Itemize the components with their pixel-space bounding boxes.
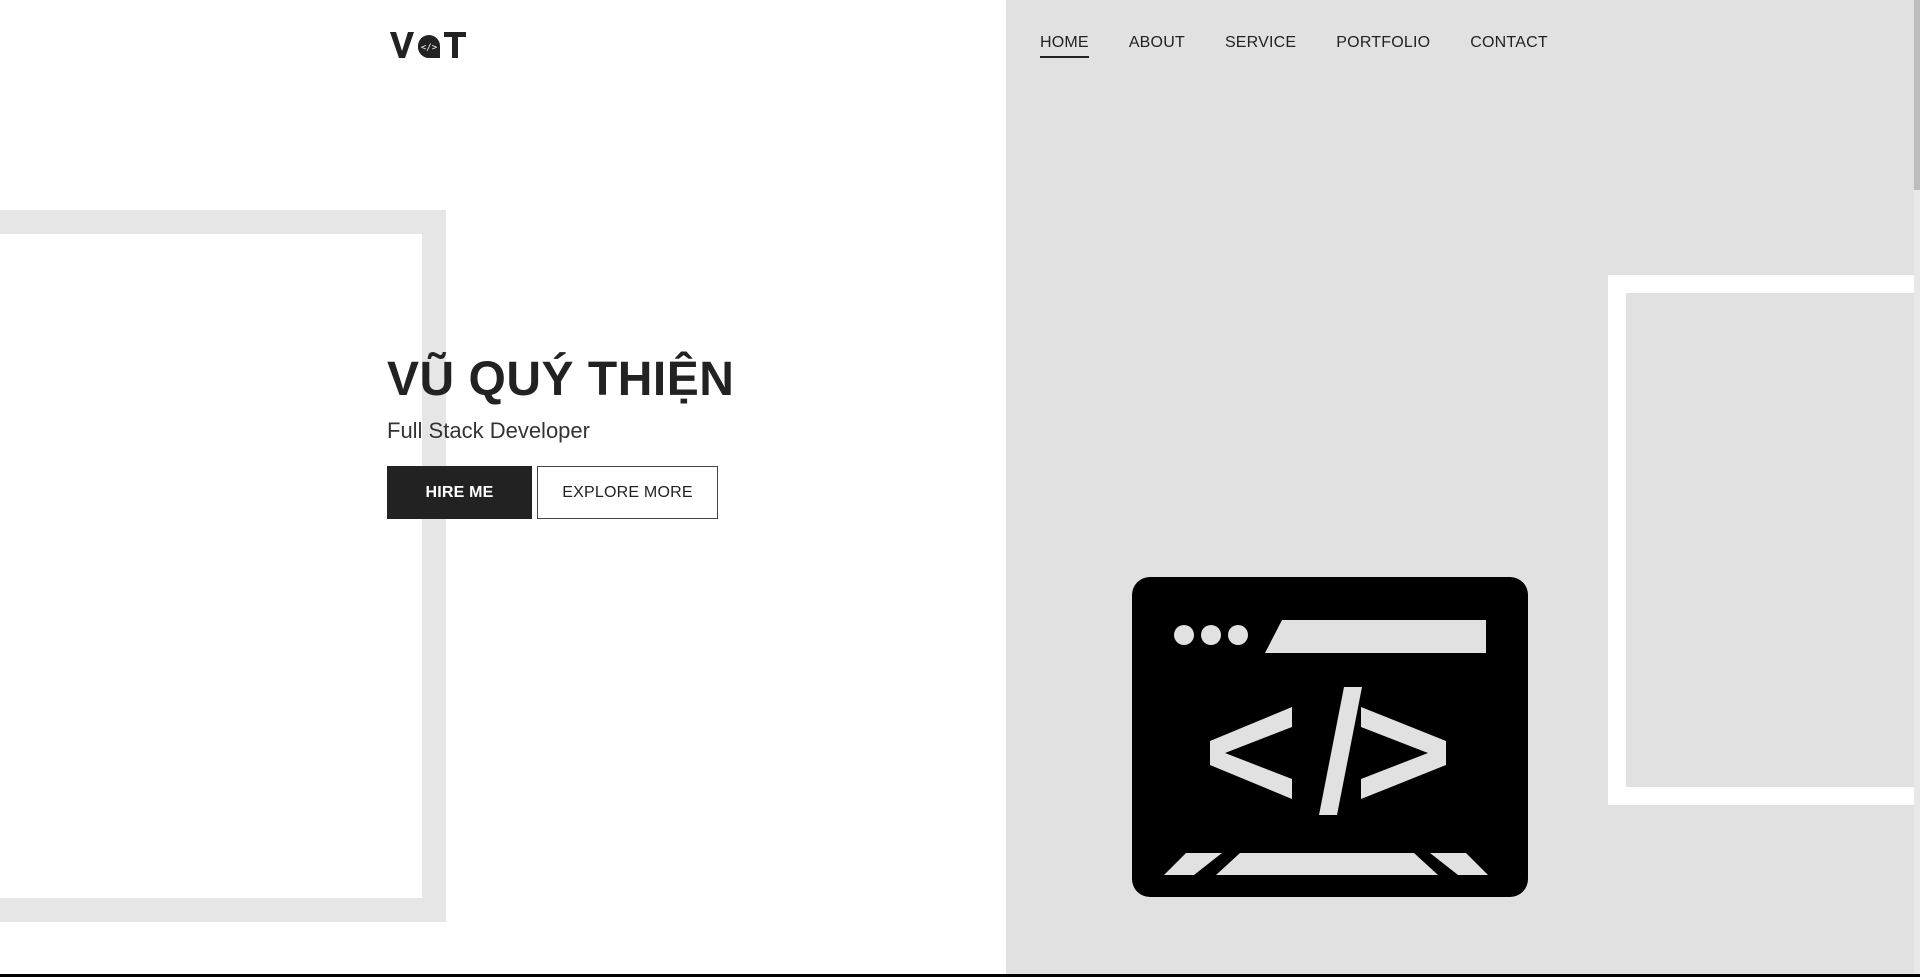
site-logo[interactable]: </> — [388, 26, 468, 60]
main-nav: HOME ABOUT SERVICE PORTFOLIO CONTACT — [1040, 34, 1548, 58]
decorative-frame-right — [1608, 275, 1918, 805]
hero-name: VŨ QUÝ THIỆN — [387, 353, 735, 406]
nav-item-contact[interactable]: CONTACT — [1470, 34, 1548, 58]
code-window-icon — [1132, 577, 1528, 897]
svg-text:</>: </> — [421, 43, 438, 53]
nav-item-home[interactable]: HOME — [1040, 34, 1089, 58]
hire-me-button[interactable]: HIRE ME — [387, 466, 532, 519]
nav-item-about[interactable]: ABOUT — [1129, 34, 1185, 58]
nav-item-service[interactable]: SERVICE — [1225, 34, 1296, 58]
hero-section: VŨ QUÝ THIỆN Full Stack Developer HIRE M… — [387, 350, 734, 519]
scrollbar-thumb[interactable] — [1914, 0, 1920, 190]
hero-role: Full Stack Developer — [387, 418, 590, 443]
hero-buttons: HIRE ME EXPLORE MORE — [387, 466, 734, 519]
nav-item-portfolio[interactable]: PORTFOLIO — [1336, 34, 1430, 58]
logo-mark-icon: </> — [390, 32, 466, 59]
decorative-frame-left — [0, 210, 446, 922]
explore-more-button[interactable]: EXPLORE MORE — [537, 466, 718, 519]
page-scrollbar[interactable] — [1914, 0, 1920, 974]
